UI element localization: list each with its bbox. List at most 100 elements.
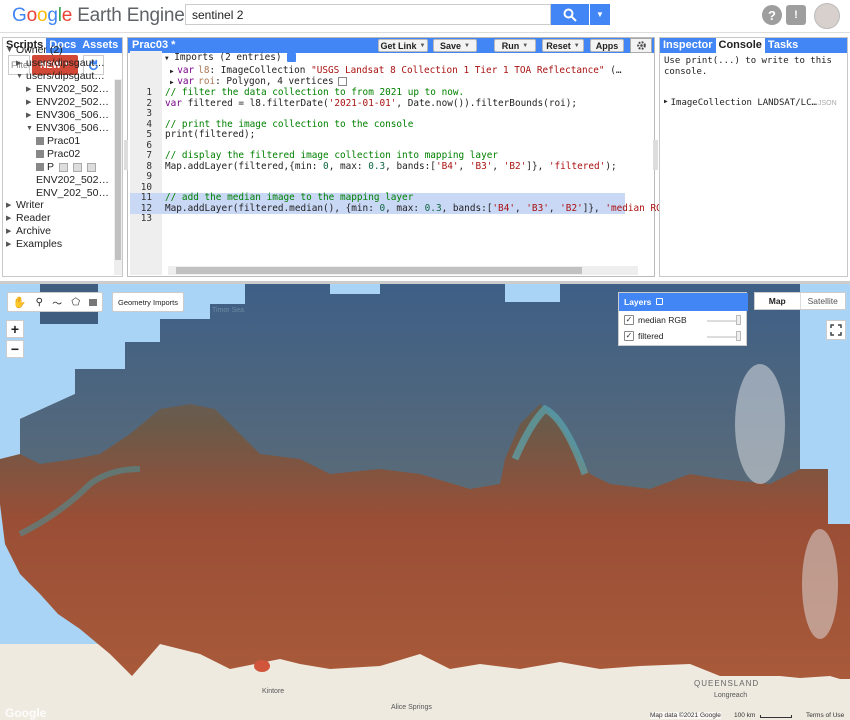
feedback-icon[interactable]: ! — [786, 5, 806, 25]
run-button[interactable]: Run ▼ — [494, 39, 536, 52]
code-line[interactable]: 2 var filtered = l8.filterDate('2021-01-0… — [130, 97, 625, 110]
tree-item[interactable]: ▶ ENV306_506… — [26, 109, 109, 121]
search-dropdown-button[interactable]: ▼ — [590, 4, 610, 25]
panel-resize-handle[interactable] — [124, 140, 128, 170]
geometry-imports-button[interactable]: Geometry Imports — [112, 292, 184, 312]
tab-console[interactable]: Console — [715, 38, 765, 53]
import-entry[interactable]: ▶ var l8: ImageCollection "USGS Landsat 8… — [170, 65, 622, 76]
tree-item[interactable]: P — [36, 161, 97, 173]
tree-item[interactable]: Prac01 — [36, 135, 80, 147]
import-token: roi — [198, 75, 216, 87]
avatar[interactable] — [814, 3, 840, 29]
delete-icon[interactable] — [87, 162, 97, 172]
chevron-down-icon: ▼ — [16, 72, 23, 80]
app-logo[interactable]: Google Earth Engine — [12, 5, 185, 27]
file-icon — [36, 163, 44, 171]
chevron-right-icon: ▶ — [6, 228, 12, 235]
import-entry[interactable]: ▶ var roi: Polygon, 4 vertices — [170, 76, 347, 87]
edit-geometry-icon[interactable] — [337, 76, 347, 86]
file-icon — [36, 137, 44, 145]
fullscreen-button[interactable] — [826, 320, 846, 340]
save-label: Save — [440, 40, 462, 51]
edit-icon[interactable] — [73, 162, 83, 172]
terms-link[interactable]: Terms of Use — [806, 712, 844, 719]
tab-tasks[interactable]: Tasks — [765, 38, 801, 53]
hand-icon[interactable]: ✋ — [13, 296, 27, 309]
tree-item[interactable]: ▼ users/dipsgaut… — [16, 70, 105, 82]
code-token: // add the median image to the mapping l… — [165, 192, 414, 203]
code-line[interactable]: 12 Map.addLayer(filtered.median(), {min: … — [130, 203, 673, 214]
settings-button[interactable] — [630, 38, 652, 53]
layer-checkbox[interactable]: ✓ — [624, 315, 634, 325]
marker-icon[interactable]: ⚲ — [36, 297, 43, 308]
lock-icon[interactable] — [656, 298, 664, 305]
chevron-down-icon: ▼ — [26, 124, 33, 132]
zoom-out-button[interactable]: − — [6, 340, 24, 358]
code-token: 'B2' — [503, 160, 527, 172]
tree-item[interactable]: ▼ Owner (2) — [6, 44, 63, 56]
scrollbar-thumb[interactable] — [115, 80, 121, 260]
code-token: ); — [605, 160, 617, 172]
polygon-icon[interactable]: ⬠ — [71, 297, 80, 308]
panel-resize-handle[interactable] — [653, 140, 658, 170]
chevron-right-icon: ▶ — [6, 215, 12, 222]
tree-item[interactable]: ▶ Writer — [6, 199, 44, 211]
search-input[interactable]: sentinel 2 — [185, 4, 551, 25]
scrollbar-thumb[interactable] — [176, 267, 582, 274]
zoom-in-button[interactable]: + — [6, 320, 24, 338]
script-title: Prac03 * — [132, 39, 176, 51]
tree-item[interactable]: ▶ Archive — [6, 225, 51, 237]
code-area[interactable]: 1 // filter the data collection to from 2… — [130, 87, 673, 228]
chevron-right-icon: ▶ — [26, 112, 32, 119]
line-icon[interactable]: 〜 — [52, 295, 62, 310]
layers-header[interactable]: Layers — [619, 293, 748, 311]
code-line[interactable]: 9 — [130, 171, 625, 183]
map-scale-label[interactable]: 100 km — [734, 712, 755, 719]
apps-button[interactable]: Apps — [590, 39, 624, 52]
drawing-tools: ✋ ⚲ 〜 ⬠ — [7, 292, 103, 312]
map-label-region: QUEENSLAND — [694, 679, 760, 688]
rename-icon[interactable] — [59, 162, 69, 172]
imports-header[interactable]: ▼ Imports (2 entries) — [165, 52, 297, 63]
imports-export-icon[interactable] — [287, 53, 297, 62]
reset-button[interactable]: Reset ▼ — [542, 39, 584, 52]
tree-item[interactable]: ▶ Reader — [6, 212, 50, 224]
tree-item[interactable]: ENV_202_50… — [26, 187, 109, 199]
tree-item[interactable]: ▼ ENV306_506… — [26, 122, 109, 134]
map-canvas[interactable]: Timor Sea QUEENSLAND Longreach Kintore A… — [0, 281, 850, 720]
tab-assets[interactable]: Assets — [79, 38, 121, 53]
tab-inspector[interactable]: Inspector — [660, 38, 716, 53]
code-text: Map.addLayer(filtered.median(), {min: 0,… — [165, 202, 673, 215]
code-line[interactable]: 8 Map.addLayer(filtered,{min: 0, max: 0.3… — [130, 160, 625, 173]
search-button[interactable] — [551, 4, 589, 25]
code-token: , Date.now()).filterBounds(roi); — [396, 97, 578, 109]
map-type-satellite-button[interactable]: Satellite — [801, 293, 846, 309]
help-icon[interactable]: ? — [762, 5, 782, 25]
layer-checkbox[interactable]: ✓ — [624, 331, 634, 341]
tree-item[interactable]: Prac02 — [36, 148, 80, 160]
map-type-map-button[interactable]: Map — [755, 293, 801, 309]
json-tag[interactable]: JSON — [818, 100, 837, 107]
map-attribution[interactable]: Map data ©2021 Google — [650, 712, 721, 719]
scripts-panel: Scripts Docs Assets Filter NEW ▼ ▼ Owner (… — [2, 37, 123, 277]
code-line[interactable]: 5 print(filtered); — [130, 129, 625, 141]
get-link-button[interactable]: Get Link ▼ — [378, 39, 428, 52]
save-button[interactable]: Save ▼ — [433, 39, 477, 52]
rectangle-icon[interactable] — [89, 298, 98, 306]
import-token: (… — [604, 65, 622, 76]
opacity-slider-knob[interactable] — [736, 331, 741, 341]
tree-item[interactable]: ▶ Examples — [6, 238, 62, 250]
tree-item-label: Prac01 — [47, 135, 81, 147]
code-line[interactable]: 13 — [130, 213, 625, 225]
opacity-slider-knob[interactable] — [736, 315, 741, 325]
run-label: Run — [501, 40, 520, 51]
tree-item[interactable]: ▶ users/dipsgaut… — [16, 57, 105, 69]
code-token: , — [514, 202, 527, 214]
apps-label: Apps — [595, 40, 619, 51]
tree-item[interactable]: ENV202_502… — [26, 174, 109, 186]
code-token: 'B2' — [560, 202, 583, 214]
layer-name: filtered — [638, 331, 664, 341]
console-output-row[interactable]: ▶ ImageCollection LANDSAT/LC… — [664, 98, 817, 108]
tree-item[interactable]: ▶ ENV202_502… — [26, 83, 109, 95]
tree-item[interactable]: ▶ ENV202_502… — [26, 96, 109, 108]
